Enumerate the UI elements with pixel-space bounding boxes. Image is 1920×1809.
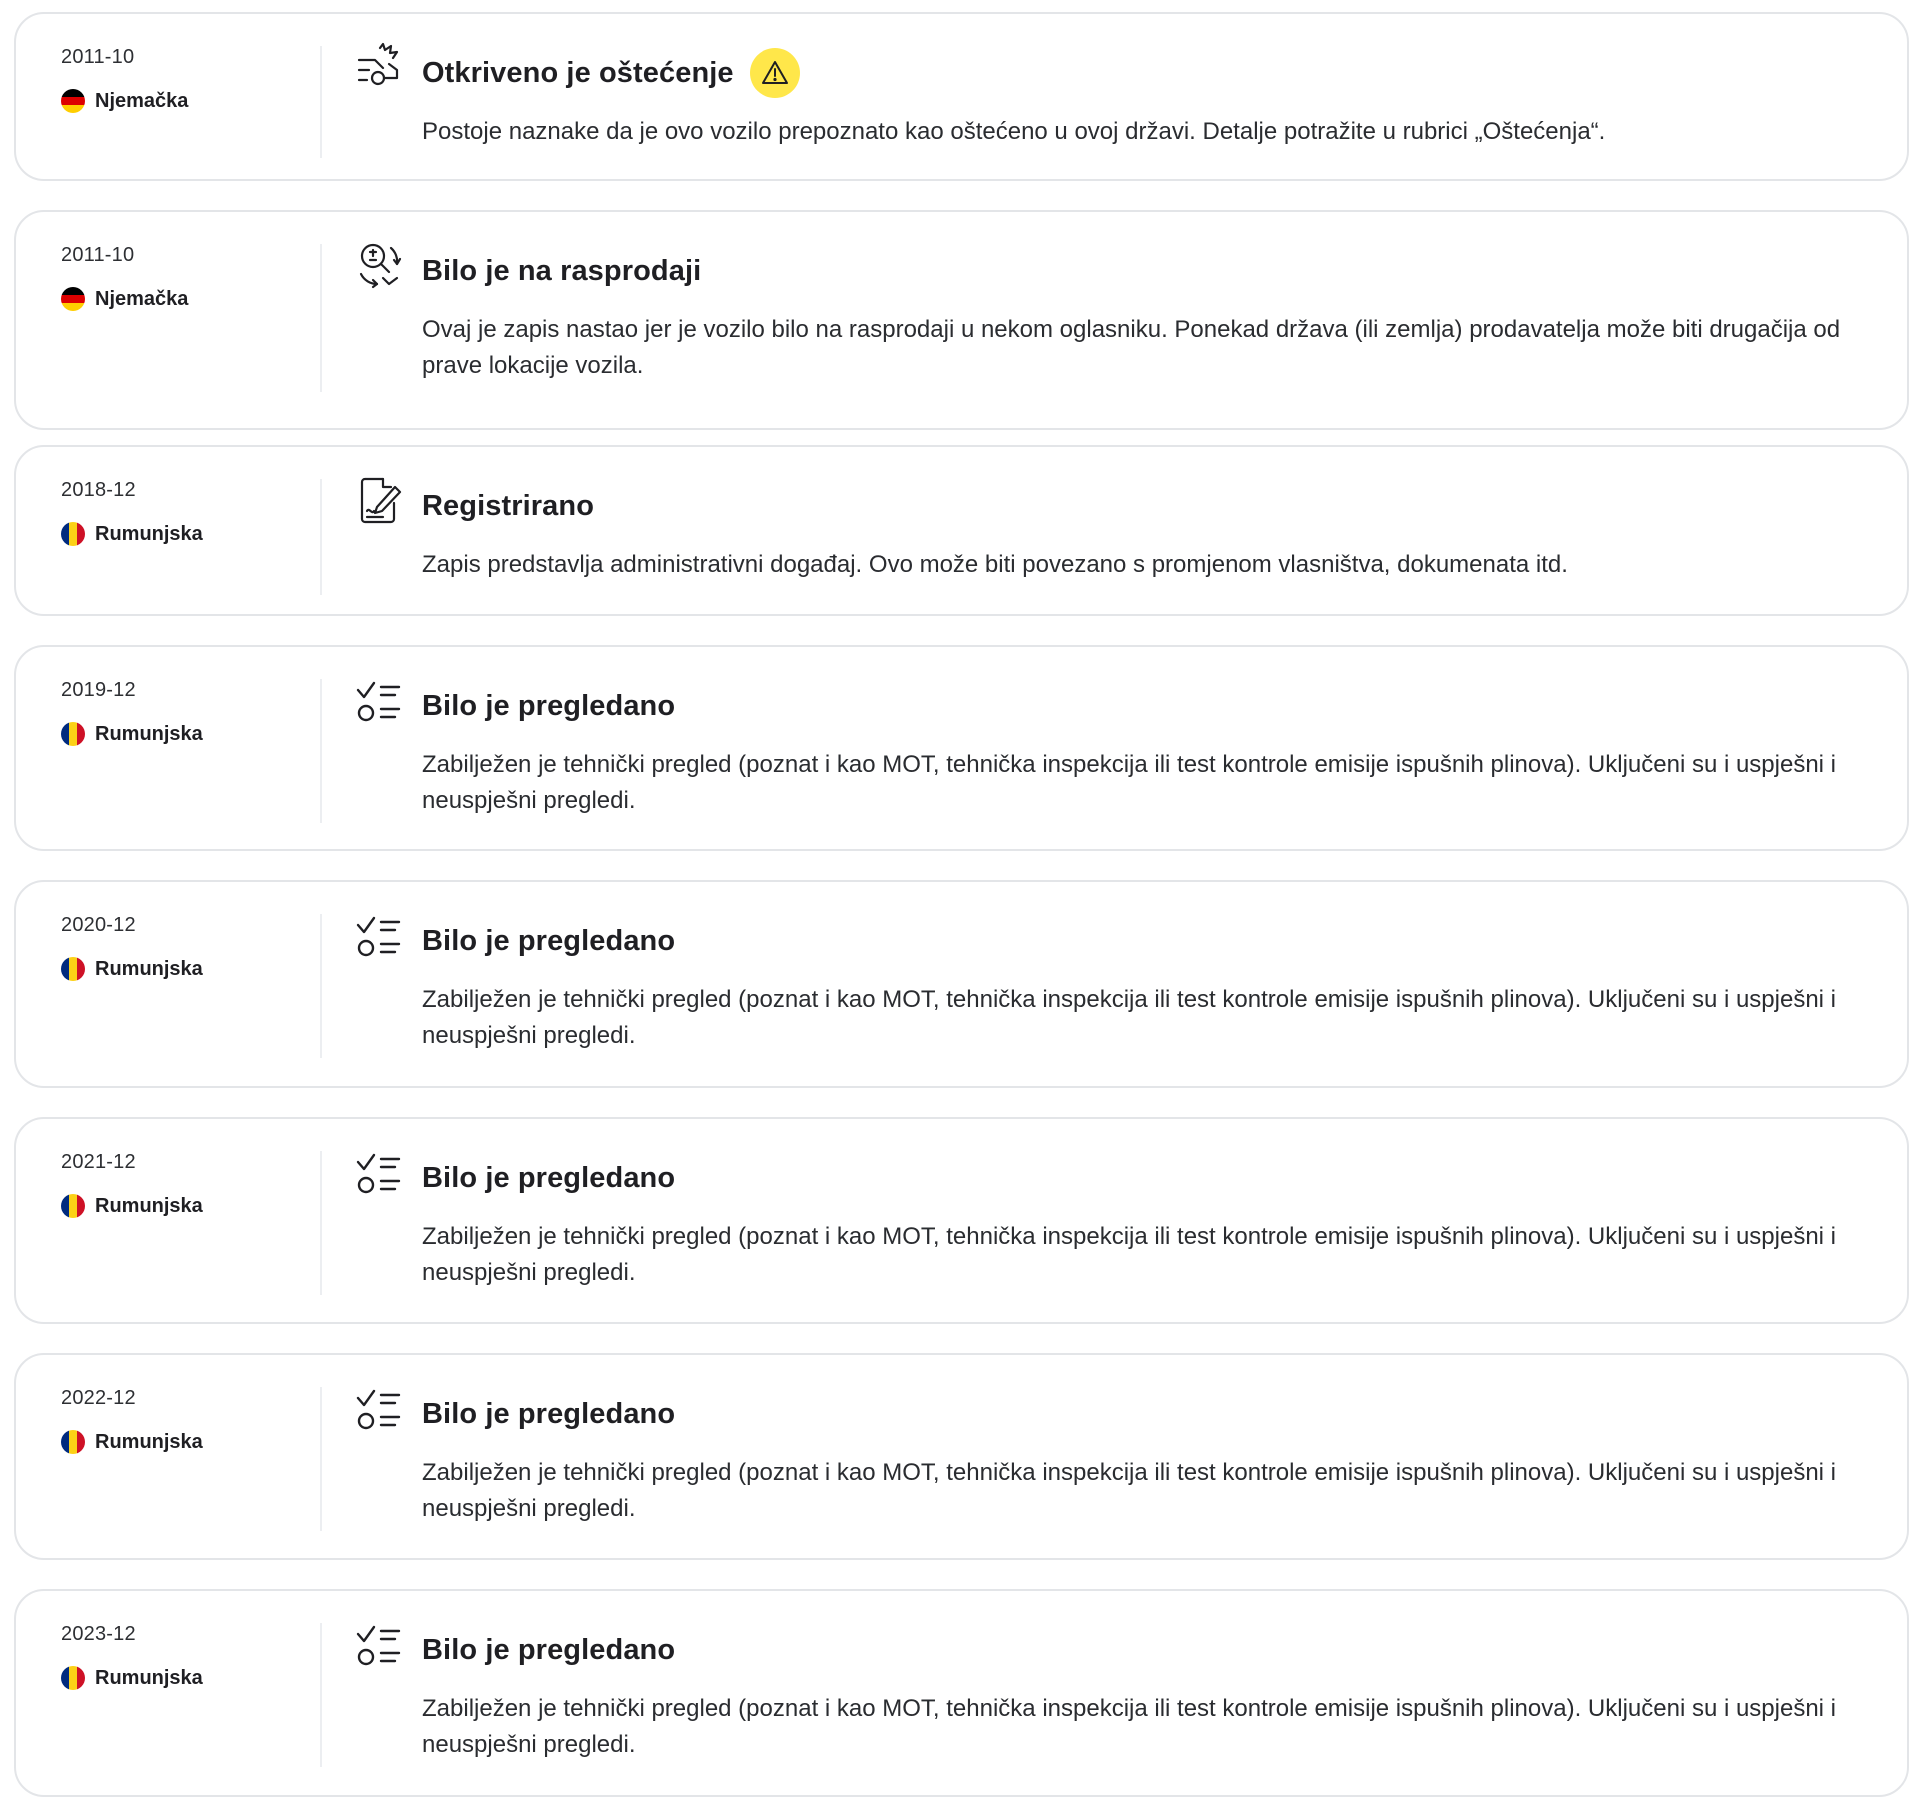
romania-flag-icon: [61, 1194, 85, 1218]
card-divider: [320, 1387, 322, 1531]
event-date: 2022-12: [61, 1387, 136, 1409]
event-meta: 2020-12 Rumunjska: [61, 912, 301, 982]
event-title: Otkriveno je oštećenje: [422, 56, 734, 89]
event-country-label: Rumunjska: [95, 723, 203, 745]
event-content: Bilo je pregledano Zabilježen je tehničk…: [422, 1623, 1857, 1763]
event-content: Bilo je pregledano Zabilježen je tehničk…: [422, 914, 1857, 1054]
event-description: Zabilježen je tehnički pregled (poznat i…: [422, 1695, 1837, 1758]
event-country-label: Rumunjska: [95, 958, 203, 980]
event-meta: 2023-12 Rumunjska: [61, 1621, 301, 1691]
warning-triangle-icon: [749, 48, 800, 98]
event-country-label: Rumunjska: [95, 1667, 203, 1689]
romania-flag-icon: [61, 722, 85, 746]
romania-flag-icon: [61, 957, 85, 981]
event-date: 2011-10: [61, 46, 135, 68]
history-event-card: 2020-12 Rumunjska Bilo je pregledano Zab…: [14, 880, 1909, 1088]
history-event-card: 2023-12 Rumunjska Bilo je pregledano Zab…: [14, 1589, 1909, 1797]
event-country: Rumunjska: [61, 1665, 301, 1691]
event-country: Njemačka: [61, 88, 301, 114]
event-country: Rumunjska: [61, 521, 301, 547]
event-country: Rumunjska: [61, 956, 301, 982]
event-meta: 2021-12 Rumunjska: [61, 1149, 301, 1219]
event-date: 2021-12: [61, 1151, 136, 1173]
event-description: Zabilježen je tehnički pregled (poznat i…: [422, 986, 1837, 1049]
event-title: Bilo je pregledano: [422, 924, 676, 957]
inspection-checklist-icon: [353, 1621, 407, 1675]
event-meta: 2019-12 Rumunjska: [61, 677, 301, 747]
event-content: Otkriveno je oštećenje Postoje naznake d…: [422, 46, 1857, 150]
sale-search-icon: [353, 238, 407, 292]
inspection-checklist-icon: [353, 1149, 407, 1203]
card-divider: [320, 914, 322, 1058]
event-content: Bilo je pregledano Zabilježen je tehničk…: [422, 1387, 1857, 1527]
inspection-checklist-icon: [353, 912, 407, 966]
germany-flag-icon: [61, 287, 85, 311]
history-event-card: 2021-12 Rumunjska Bilo je pregledano Zab…: [14, 1117, 1909, 1324]
event-title: Bilo je na rasprodaji: [422, 254, 702, 287]
event-description: Zabilježen je tehnički pregled (poznat i…: [422, 1459, 1837, 1522]
event-content: Bilo je pregledano Zabilježen je tehničk…: [422, 1151, 1857, 1291]
event-title: Bilo je pregledano: [422, 1397, 676, 1430]
romania-flag-icon: [61, 1666, 85, 1690]
damage-crash-icon: [353, 40, 407, 94]
event-country: Rumunjska: [61, 721, 301, 747]
event-country-label: Njemačka: [95, 90, 189, 112]
event-country: Rumunjska: [61, 1429, 301, 1455]
card-divider: [320, 679, 322, 823]
event-description: Zapis predstavlja administrativni događa…: [422, 551, 1568, 578]
history-event-card: 2011-10 Njemačka Bilo je na rasprodaji O…: [14, 210, 1909, 430]
event-date: 2023-12: [61, 1623, 136, 1645]
event-date: 2019-12: [61, 679, 136, 701]
history-event-card: 2011-10 Njemačka Otkriveno je oštećenje: [14, 12, 1909, 181]
event-meta: 2011-10 Njemačka: [61, 242, 301, 312]
event-content: Bilo je na rasprodaji Ovaj je zapis nast…: [422, 244, 1857, 384]
card-divider: [320, 479, 322, 595]
event-title: Bilo je pregledano: [422, 1633, 676, 1666]
card-divider: [320, 244, 322, 392]
history-event-card: 2018-12 Rumunjska Registrirano Zapis pre…: [14, 445, 1909, 616]
event-country-label: Rumunjska: [95, 523, 203, 545]
card-divider: [320, 1623, 322, 1767]
event-date: 2018-12: [61, 479, 136, 501]
event-description: Zabilježen je tehnički pregled (poznat i…: [422, 751, 1837, 814]
event-description: Ovaj je zapis nastao jer je vozilo bilo …: [422, 316, 1841, 379]
event-description: Postoje naznake da je ovo vozilo prepozn…: [422, 118, 1606, 145]
germany-flag-icon: [61, 89, 85, 113]
event-meta: 2011-10 Njemačka: [61, 44, 301, 114]
event-title: Bilo je pregledano: [422, 689, 676, 722]
event-country-label: Rumunjska: [95, 1195, 203, 1217]
card-divider: [320, 1151, 322, 1295]
event-country-label: Rumunjska: [95, 1431, 203, 1453]
event-description: Zabilježen je tehnički pregled (poznat i…: [422, 1223, 1837, 1286]
event-content: Registrirano Zapis predstavlja administr…: [422, 479, 1857, 583]
event-title: Registrirano: [422, 489, 595, 522]
registration-document-icon: [353, 473, 407, 527]
event-content: Bilo je pregledano Zabilježen je tehničk…: [422, 679, 1857, 819]
event-title: Bilo je pregledano: [422, 1161, 676, 1194]
romania-flag-icon: [61, 522, 85, 546]
event-meta: 2022-12 Rumunjska: [61, 1385, 301, 1455]
romania-flag-icon: [61, 1430, 85, 1454]
inspection-checklist-icon: [353, 677, 407, 731]
event-country: Njemačka: [61, 286, 301, 312]
inspection-checklist-icon: [353, 1385, 407, 1439]
card-divider: [320, 46, 322, 158]
event-date: 2011-10: [61, 244, 135, 266]
event-country-label: Njemačka: [95, 288, 189, 310]
history-event-card: 2019-12 Rumunjska Bilo je pregledano Zab…: [14, 645, 1909, 851]
event-date: 2020-12: [61, 914, 136, 936]
event-country: Rumunjska: [61, 1193, 301, 1219]
event-meta: 2018-12 Rumunjska: [61, 477, 301, 547]
history-event-card: 2022-12 Rumunjska Bilo je pregledano Zab…: [14, 1353, 1909, 1560]
